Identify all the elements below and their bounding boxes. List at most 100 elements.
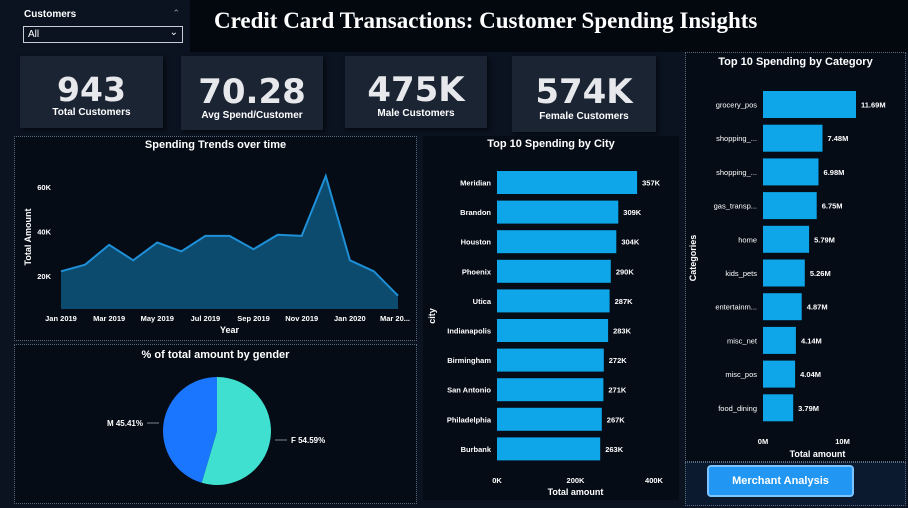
x-tick-label: May 2019 [141,314,174,323]
pie-label-f: F 54.59% [291,436,325,445]
data-label: 290K [616,267,635,276]
category-chart-panel: Top 10 Spending by Category grocery_pos 1… [685,52,906,462]
gender-pie-panel: % of total amount by gender F 54.59% M 45… [14,344,417,504]
x-tick-label: Mar 2019 [93,314,125,323]
x-tick-label: 400K [645,476,664,485]
category-label: Burbank [461,445,492,454]
data-label: 357K [642,179,661,188]
x-tick-label: Jan 2019 [45,314,77,323]
bar [763,158,819,186]
kpi-value: 70.28 [198,72,306,112]
x-axis-title: Total amount [790,449,846,459]
kpi-value: 943 [57,70,126,109]
data-label: 283K [613,327,632,336]
bar [763,225,810,253]
x-tick-label: Sep 2019 [237,314,270,323]
x-tick-label: 200K [567,476,586,485]
page-title: Credit Card Transactions: Customer Spend… [214,8,758,33]
data-label: 267K [607,415,626,424]
category-label: Philadelphia [447,415,492,424]
data-label: 6.98M [824,168,845,177]
data-label: 304K [621,238,640,247]
data-label: 3.79M [798,404,819,413]
category-label: Birmingham [447,356,491,365]
data-label: 272K [609,356,628,365]
data-label: 287K [615,297,634,306]
category-label: Houston [461,238,492,247]
x-tick-label: Nov 2019 [285,314,318,323]
category-label: Brandon [460,208,491,217]
bar [763,91,856,118]
bar [497,200,619,224]
kpi-label: Male Customers [377,108,455,119]
data-label: 309K [623,208,642,217]
bar [763,192,817,220]
y-axis-title: city [427,308,437,324]
data-label: 4.14M [801,336,822,345]
bar [763,293,802,321]
title-banner: Credit Card Transactions: Customer Spend… [190,0,908,52]
bar [763,360,796,388]
customer-dropdown[interactable]: All ⌄ [23,26,183,43]
kpi-female-customers: 574K Female Customers [512,56,656,132]
category-chart: grocery_pos 11.69M shopping_... 7.48M shoppi… [688,91,886,459]
category-label: Meridian [460,179,491,188]
data-label: 4.87M [807,303,828,312]
data-label: 6.75M [822,202,843,211]
area-fill [61,176,398,309]
category-label: misc_pos [725,370,757,379]
chevron-down-icon: ⌄ [169,27,178,38]
gender-pie: F 54.59% M 45.41% [107,377,325,485]
kpi-value: 574K [535,72,633,112]
kpi-avg-spend: 70.28 Avg Spend/Customer [181,56,323,130]
data-label: 271K [608,386,627,395]
x-tick-label: 10M [835,437,850,446]
bar [497,171,638,194]
city-chart-panel: Top 10 Spending by City Meridian 357K Bran… [423,136,679,500]
trend-chart: 20K 40K 60K Jan 2019 Mar 2019 May 2019 Jul 201… [23,173,410,335]
bar [763,394,794,422]
bar [497,230,617,254]
category-label: grocery_pos [716,101,758,110]
x-tick-label: Jul 2019 [191,314,221,323]
bar [497,319,609,342]
bar [763,124,823,152]
data-label: 5.26M [810,269,831,278]
category-label: Phoenix [462,267,492,276]
category-label: entertainm... [715,303,757,312]
kpi-label: Female Customers [539,111,629,122]
y-tick-label: 40K [37,227,51,236]
kpi-value: 475K [367,70,465,110]
city-chart: Meridian 357K Brandon 309K Houston 304K Phoeni… [427,171,664,497]
category-label: kids_pets [725,269,757,278]
bar [497,437,601,461]
chevron-up-icon[interactable]: ⌃ [172,8,180,19]
bar [763,259,805,287]
y-axis-title: Categories [688,235,698,282]
kpi-label: Avg Spend/Customer [201,110,303,121]
category-label: misc_net [727,336,758,345]
button-label: Merchant Analysis [732,475,829,487]
bar [497,289,610,313]
merchant-analysis-button[interactable]: Merchant Analysis [707,465,854,497]
data-label: 263K [605,445,624,454]
category-label: food_dining [718,404,757,413]
filter-label: Customers [24,9,77,20]
trend-chart-panel: Spending Trends over time 20K 40K 60K Jan 2… [14,136,417,341]
x-tick-label: 0K [492,476,502,485]
x-axis-title: Year [220,325,240,335]
y-tick-label: 20K [37,272,51,281]
bar [497,348,604,372]
y-tick-label: 60K [37,183,51,192]
category-label: shopping_... [716,168,757,177]
kpi-male-customers: 475K Male Customers [345,56,487,128]
kpi-label: Total Customers [52,107,131,118]
pie-label-m: M 45.41% [107,419,143,428]
category-label: gas_transp... [714,202,757,211]
category-label: Utica [473,297,492,306]
data-label: 4.04M [800,370,821,379]
kpi-total-customers: 943 Total Customers [20,56,163,128]
x-axis-title: Total amount [548,487,604,497]
category-label: home [738,235,757,244]
dropdown-value: All [28,29,40,40]
